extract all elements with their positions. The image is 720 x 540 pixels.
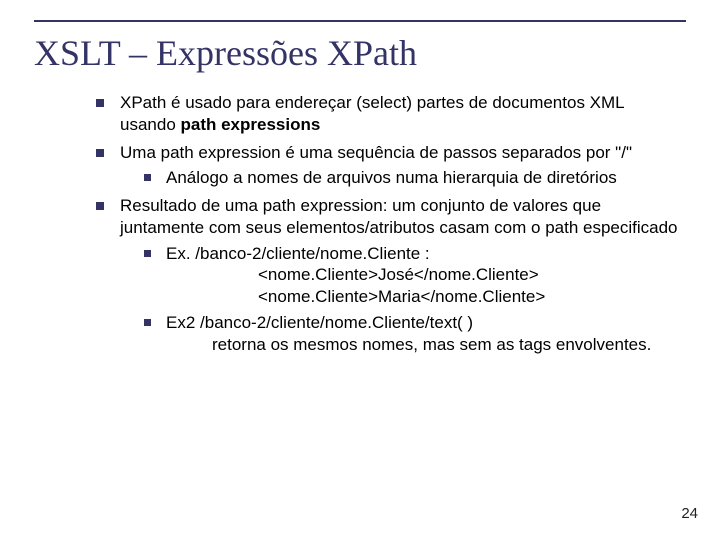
bullet-3-text: Resultado de uma path expression: um con…	[120, 196, 678, 237]
bullet-3-1-lead: Ex. /banco-2/cliente/nome.Cliente :	[166, 244, 430, 263]
bullet-3: Resultado de uma path expression: um con…	[96, 195, 682, 355]
bullet-3-2-tail: retorna os mesmos nomes, mas sem as tags…	[166, 334, 682, 356]
title-underline	[34, 20, 686, 22]
bullet-3-2: Ex2 /banco-2/cliente/nome.Cliente/text( …	[120, 312, 682, 356]
bullet-3-1-line2: <nome.Cliente>José</nome.Cliente>	[166, 264, 682, 286]
bullet-2-sub: Análogo a nomes de arquivos numa hierarq…	[120, 167, 682, 189]
slide-title: XSLT – Expressões XPath	[34, 32, 417, 74]
bullet-1-text-b: path expressions	[181, 115, 321, 134]
bullet-3-2-lead: Ex2 /banco-2/cliente/nome.Cliente/text( …	[166, 313, 473, 332]
bullet-3-1-line3: <nome.Cliente>Maria</nome.Cliente>	[166, 286, 682, 308]
bullet-3-1: Ex. /banco-2/cliente/nome.Cliente : <nom…	[120, 243, 682, 308]
bullet-list: XPath é usado para endereçar (select) pa…	[96, 92, 682, 355]
bullet-2: Uma path expression é uma sequência de p…	[96, 142, 682, 190]
slide-body: XPath é usado para endereçar (select) pa…	[96, 92, 682, 361]
slide: XSLT – Expressões XPath XPath é usado pa…	[0, 0, 720, 540]
bullet-2-1-text: Análogo a nomes de arquivos numa hierarq…	[166, 168, 617, 187]
bullet-3-sub: Ex. /banco-2/cliente/nome.Cliente : <nom…	[120, 243, 682, 356]
bullet-2-text: Uma path expression é uma sequência de p…	[120, 143, 632, 162]
page-number: 24	[681, 505, 698, 522]
bullet-1: XPath é usado para endereçar (select) pa…	[96, 92, 682, 136]
bullet-2-1: Análogo a nomes de arquivos numa hierarq…	[120, 167, 682, 189]
